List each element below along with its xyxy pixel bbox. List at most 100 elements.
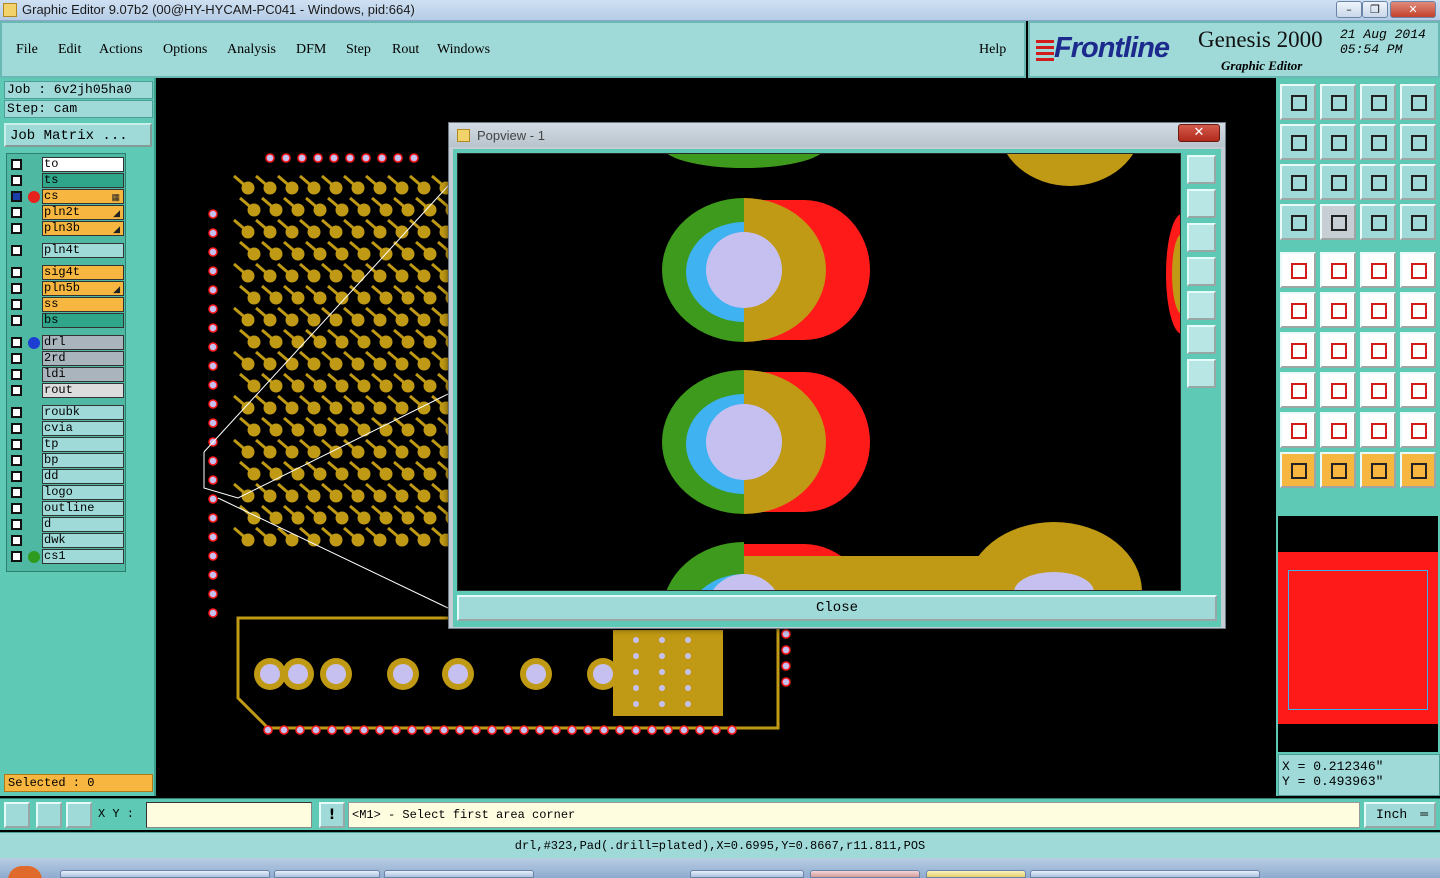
layer-row-roubk[interactable]: roubk: [9, 405, 125, 420]
layer-checkbox[interactable]: [11, 315, 22, 326]
zoom-area-icon[interactable]: [4, 802, 30, 828]
menu-windows[interactable]: Windows: [437, 42, 490, 58]
layer-checkbox[interactable]: [11, 439, 22, 450]
layer-name[interactable]: drl: [42, 335, 124, 350]
layer-checkbox[interactable]: [11, 175, 22, 186]
layer-name[interactable]: bp: [42, 453, 124, 468]
layer-row-cs[interactable]: cs ▦: [9, 189, 125, 204]
menu-analysis[interactable]: Analysis: [227, 42, 276, 58]
dot-icon[interactable]: [1400, 252, 1436, 288]
layer-name[interactable]: to: [42, 157, 124, 172]
popview-pan-down-icon[interactable]: [1187, 223, 1216, 252]
popview-close-button[interactable]: Close: [457, 595, 1217, 621]
layer-name[interactable]: d: [42, 517, 124, 532]
layer-checkbox[interactable]: [11, 385, 22, 396]
popview-pan-right-icon[interactable]: [1187, 291, 1216, 320]
cross-icon[interactable]: [1320, 292, 1356, 328]
layer-checkbox[interactable]: [11, 423, 22, 434]
menu-step[interactable]: Step: [346, 42, 371, 58]
arc-icon[interactable]: [1400, 292, 1436, 328]
net-icon[interactable]: [1280, 292, 1316, 328]
layer-name[interactable]: ldi: [42, 367, 124, 382]
display-icon[interactable]: [1360, 204, 1396, 240]
taskbar-item[interactable]: [810, 870, 920, 878]
taskbar-item[interactable]: [274, 870, 380, 878]
taskbar-item[interactable]: [690, 870, 804, 878]
layer-checkbox[interactable]: [11, 471, 22, 482]
layer-row-to[interactable]: to: [9, 157, 125, 172]
layer-row-logo[interactable]: logo: [9, 485, 125, 500]
menu-actions[interactable]: Actions: [99, 42, 143, 58]
triangle-icon[interactable]: [1280, 412, 1316, 448]
home-icon[interactable]: [1360, 84, 1396, 120]
maximize-button[interactable]: ❐: [1362, 1, 1388, 18]
menu-options[interactable]: Options: [163, 42, 207, 58]
popview-pan-left-icon[interactable]: [1187, 257, 1216, 286]
popview-close-icon[interactable]: ✕: [1178, 124, 1220, 142]
scale-icon[interactable]: [1360, 372, 1396, 408]
menu-dfm[interactable]: DFM: [296, 42, 326, 58]
pad-icon[interactable]: [1280, 252, 1316, 288]
pointer-icon[interactable]: [1280, 452, 1316, 488]
layer-checkbox[interactable]: [11, 299, 22, 310]
prev-icon[interactable]: [1280, 124, 1316, 160]
layer-name[interactable]: cs ▦: [42, 189, 124, 204]
start-orb-icon[interactable]: [8, 866, 42, 878]
swap-icon[interactable]: [1400, 124, 1436, 160]
layer-checkbox[interactable]: [11, 191, 22, 202]
popview-zoom-icon[interactable]: [1187, 155, 1216, 184]
layer-name[interactable]: sig4t: [42, 265, 124, 280]
layer-checkbox[interactable]: [11, 369, 22, 380]
layer-name[interactable]: logo: [42, 485, 124, 500]
select-net-icon[interactable]: [1400, 452, 1436, 488]
layer-checkbox[interactable]: [11, 535, 22, 546]
menu-help[interactable]: Help: [979, 42, 1006, 58]
layer-name[interactable]: pln3b ◢: [42, 221, 124, 236]
layer-row-outline[interactable]: outline: [9, 501, 125, 516]
triangle-arrow-icon[interactable]: [1320, 412, 1356, 448]
layer-name[interactable]: dwk: [42, 533, 124, 548]
triangle-a-icon[interactable]: [1360, 412, 1396, 448]
layer-row-dd[interactable]: dd: [9, 469, 125, 484]
select-icon[interactable]: [1320, 452, 1356, 488]
menu-rout[interactable]: Rout: [392, 42, 419, 58]
zoom-1-2-icon[interactable]: [1360, 164, 1396, 200]
layer-name[interactable]: dd: [42, 469, 124, 484]
layer-name[interactable]: ss: [42, 297, 124, 312]
layer-checkbox[interactable]: [11, 519, 22, 530]
layer-checkbox[interactable]: [11, 353, 22, 364]
triangle-b-icon[interactable]: [1400, 412, 1436, 448]
popview-canvas[interactable]: [457, 153, 1181, 591]
job-matrix-button[interactable]: Job Matrix ...: [4, 123, 152, 147]
angle-icon[interactable]: [1280, 332, 1316, 368]
line-icon[interactable]: [1360, 292, 1396, 328]
menu-file[interactable]: File: [16, 42, 38, 58]
layer-row-rout[interactable]: rout: [9, 383, 125, 398]
xy-input[interactable]: [146, 802, 312, 828]
popview-pan-up-icon[interactable]: [1187, 189, 1216, 218]
layer-checkbox[interactable]: [11, 267, 22, 278]
layer-name[interactable]: 2rd: [42, 351, 124, 366]
layer-row-d[interactable]: d: [9, 517, 125, 532]
layer-row-pln5b[interactable]: pln5b ◢: [9, 281, 125, 296]
layer-row-2rd[interactable]: 2rd: [9, 351, 125, 366]
close-window-button[interactable]: ✕: [1390, 1, 1436, 18]
measure-icon[interactable]: [36, 802, 62, 828]
layer-row-dwk[interactable]: dwk: [9, 533, 125, 548]
taskbar-item[interactable]: [926, 870, 1026, 878]
layer-name[interactable]: outline: [42, 501, 124, 516]
layer-checkbox[interactable]: [11, 337, 22, 348]
layer-checkbox[interactable]: [11, 245, 22, 256]
popview-zoom-in-icon[interactable]: [1187, 325, 1216, 354]
unit-select[interactable]: Inch ═: [1364, 802, 1436, 828]
taskbar-item[interactable]: [60, 870, 270, 878]
ruler-icon[interactable]: [1360, 252, 1396, 288]
mirror-f-icon[interactable]: [1400, 332, 1436, 368]
minimize-button[interactable]: –: [1336, 1, 1362, 18]
grid-icon[interactable]: [1320, 204, 1356, 240]
layer-name[interactable]: cs1: [42, 549, 124, 564]
layer-row-ldi[interactable]: ldi: [9, 367, 125, 382]
layer-checkbox[interactable]: [11, 455, 22, 466]
layer-checkbox[interactable]: [11, 207, 22, 218]
rotate-icon[interactable]: [1360, 332, 1396, 368]
